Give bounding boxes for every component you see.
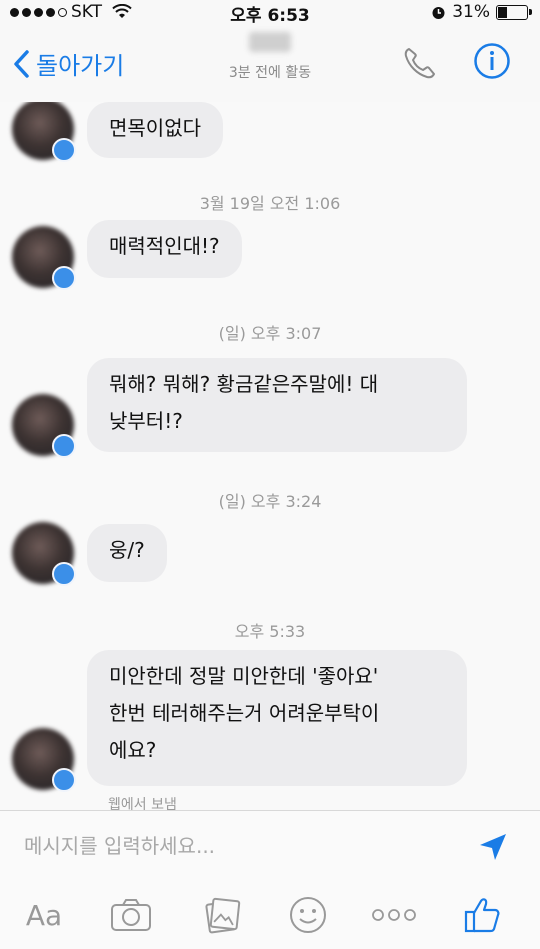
messenger-badge-icon: [52, 434, 76, 458]
message-bubble[interactable]: 미안한데 정말 미안한데 '좋아요' 한번 테러해주는거 어려운부탁이 에요?: [87, 650, 467, 786]
contact-name-blurred: [249, 32, 291, 52]
camera-button[interactable]: [107, 891, 155, 939]
battery-percent: 31%: [452, 2, 490, 22]
composer: Aa: [0, 810, 540, 949]
status-right: 31%: [431, 2, 532, 22]
messenger-badge-icon: [52, 768, 76, 792]
back-chevron-icon: [14, 49, 29, 78]
navigation-bar: 돌아가기 3분 전에 활동: [0, 26, 540, 103]
messenger-badge-icon: [52, 562, 76, 586]
back-button[interactable]: 돌아가기: [12, 46, 124, 81]
contact-header[interactable]: 3분 전에 활동: [170, 32, 370, 82]
info-icon: [474, 43, 510, 79]
timestamp: (일) 오후 3:07: [218, 324, 322, 343]
emoji-icon: [290, 897, 326, 933]
message-thread[interactable]: 면목이없다 3월 19일 오전 1:06 매력적인대!? (일) 오후 3:07…: [0, 102, 540, 810]
message-bubble[interactable]: 매력적인대!?: [87, 220, 242, 278]
timestamp: (일) 오후 3:24: [218, 492, 322, 511]
more-button[interactable]: [370, 891, 418, 939]
message-bubble[interactable]: 뭐해? 뭐해? 황금같은주말에! 대 낮부터!?: [87, 358, 467, 452]
status-bar: SKT 오후 6:53 31%: [0, 0, 540, 26]
messenger-badge-icon: [52, 138, 76, 162]
alarm-icon: [432, 6, 445, 19]
more-icon: [372, 909, 416, 921]
call-button[interactable]: [400, 43, 440, 83]
emoji-button[interactable]: [284, 891, 332, 939]
message-input[interactable]: [22, 825, 446, 867]
info-button[interactable]: [473, 42, 511, 80]
send-button[interactable]: [475, 829, 511, 865]
back-label: 돌아가기: [36, 52, 125, 80]
gallery-button[interactable]: [198, 891, 246, 939]
like-button[interactable]: [458, 891, 506, 939]
camera-icon: [111, 899, 151, 931]
messenger-badge-icon: [52, 266, 76, 290]
message-bubble[interactable]: 면목이없다: [87, 102, 223, 158]
gallery-icon: [205, 897, 241, 934]
text-format-button[interactable]: Aa: [20, 891, 68, 939]
message-bubble[interactable]: 웅/?: [87, 524, 167, 582]
send-icon: [480, 834, 506, 860]
composer-toolbar: Aa: [0, 891, 540, 941]
like-icon: [464, 898, 500, 933]
sent-from-label: 웹에서 보냄: [108, 797, 177, 810]
battery-icon: [496, 4, 532, 20]
timestamp: 3월 19일 오전 1:06: [199, 194, 341, 213]
phone-icon: [404, 48, 435, 79]
timestamp: 오후 5:33: [234, 622, 306, 641]
contact-status: 3분 전에 활동: [228, 65, 312, 81]
